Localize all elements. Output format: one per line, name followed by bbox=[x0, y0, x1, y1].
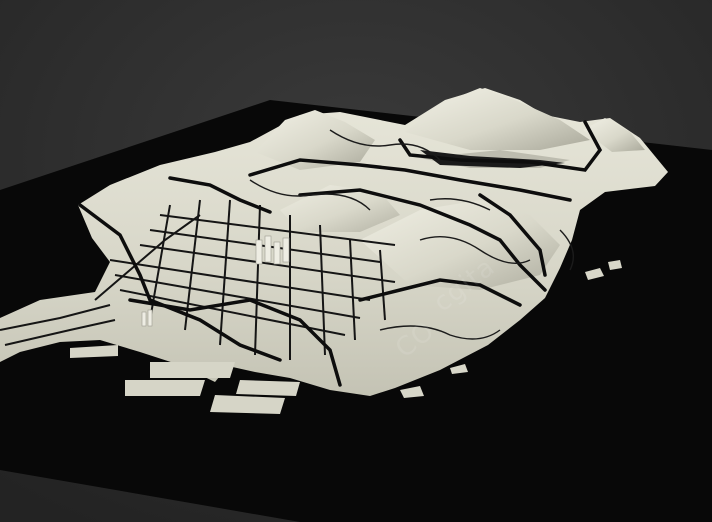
render-scene: cgita CO bbox=[0, 0, 712, 522]
terrain-model-render bbox=[0, 0, 712, 522]
